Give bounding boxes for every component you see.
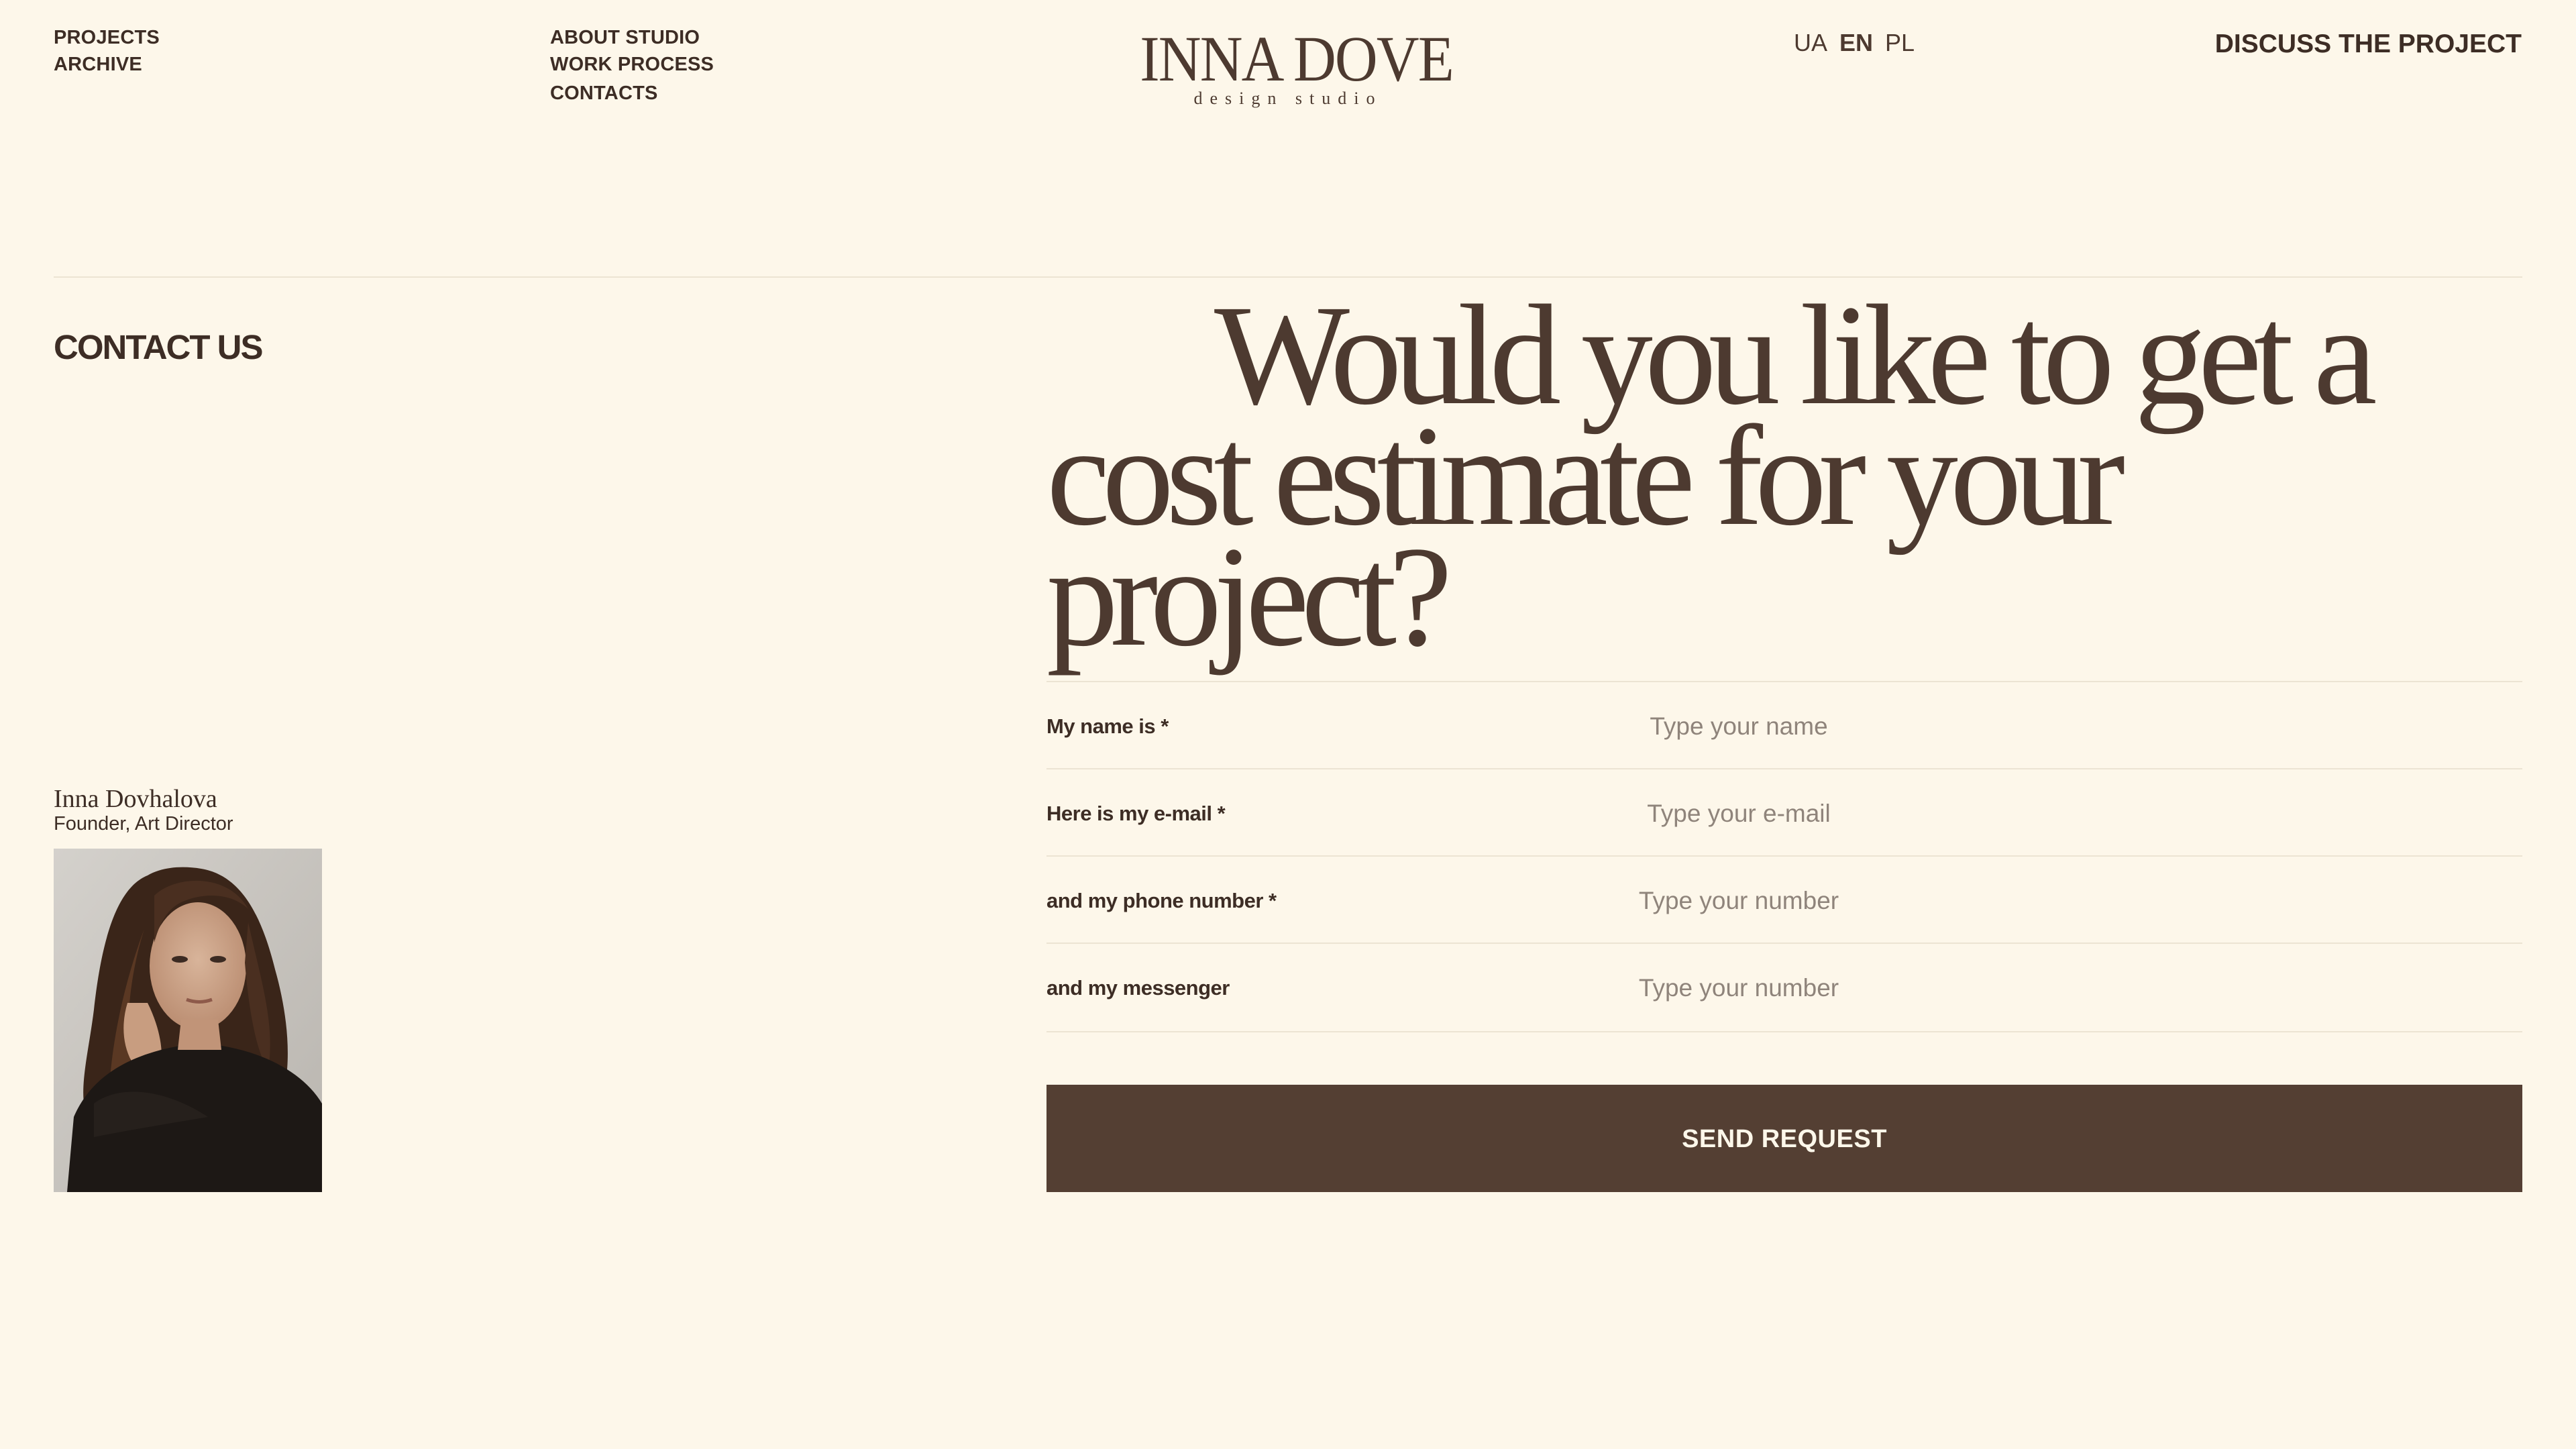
name-label: My name is * [1046, 714, 1169, 738]
founder-photo [54, 849, 322, 1192]
nav-contacts-link[interactable]: CONTACTS [550, 84, 658, 103]
send-request-button[interactable]: SEND REQUEST [1046, 1085, 2522, 1192]
logo-title: INNA DOVE [1140, 23, 1454, 95]
phone-label: and my phone number * [1046, 889, 1277, 912]
nav-projects-link[interactable]: PROJECTS [54, 28, 160, 48]
page-headline: Would you like to get a cost estimate fo… [1046, 276, 2377, 676]
phone-input[interactable] [1543, 877, 1935, 925]
language-en[interactable]: EN [1839, 31, 1873, 55]
email-input[interactable] [1543, 790, 1935, 838]
studio-logo[interactable]: INNA DOVE design studio [1127, 23, 1454, 109]
founder-name: Inna Dovhalova [54, 785, 217, 813]
section-title: CONTACT US [54, 328, 264, 367]
form-row-name: My name is * [1046, 681, 2522, 769]
discuss-project-link[interactable]: DISCUSS THE PROJECT [2215, 31, 2522, 57]
email-label: Here is my e-mail * [1046, 802, 1226, 825]
nav-archive-link[interactable]: ARCHIVE [54, 55, 142, 74]
messenger-input[interactable] [1543, 964, 1935, 1012]
messenger-label: and my messenger [1046, 976, 1230, 1000]
language-ua[interactable]: UA [1794, 31, 1827, 55]
form-row-email: Here is my e-mail * [1046, 768, 2522, 857]
name-input[interactable] [1543, 702, 1935, 751]
form-row-messenger: and my messenger [1046, 943, 2522, 1032]
founder-role: Founder, Art Director [54, 813, 233, 835]
nav-work-process-link[interactable]: WORK PROCESS [550, 55, 714, 74]
language-pl[interactable]: PL [1885, 31, 1915, 55]
nav-about-studio-link[interactable]: ABOUT STUDIO [550, 28, 700, 48]
form-row-phone: and my phone number * [1046, 855, 2522, 944]
